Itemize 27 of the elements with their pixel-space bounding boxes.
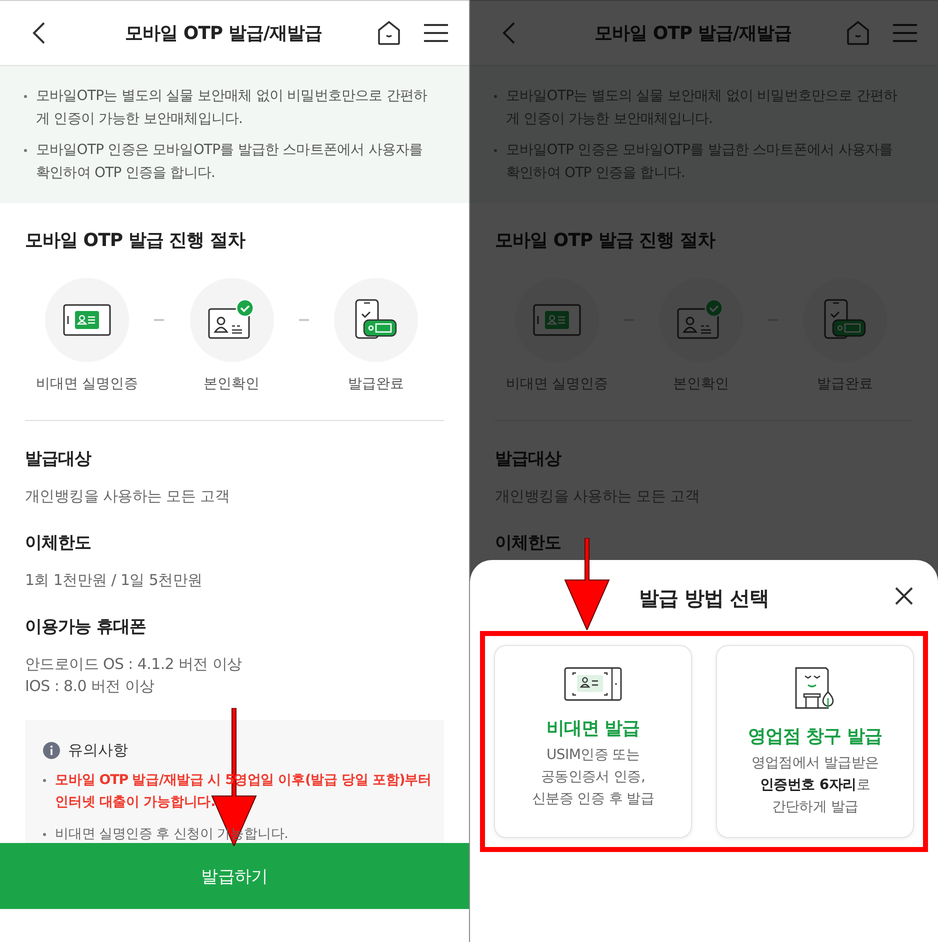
info-heading: 발급대상	[495, 448, 562, 471]
intro-text: 모바일OTP 인증은 모바일OTP를 발급한 스마트폰에서 사용자를 확인하여 OTP 인증을 합니다.	[36, 142, 423, 181]
info-value: 1회 1천만원 / 1일 5천만원	[25, 570, 204, 591]
section-heading: 모바일 OTP 발급 진행 절차	[25, 229, 246, 253]
info-value: 개인뱅킹을 사용하는 모든 고객	[25, 486, 231, 507]
info-heading: 발급대상	[25, 448, 92, 471]
step-label: 발급완료	[348, 375, 404, 394]
info-heading: 이용가능 휴대폰	[25, 616, 147, 639]
info-value: 안드로이드 OS : 4.1.2 버전 이상	[25, 654, 243, 675]
section-heading: 모바일 OTP 발급 진행 절차	[495, 229, 716, 253]
notice-title: 유의사항	[68, 740, 128, 761]
page-title: 모바일 OTP 발급/재발급	[594, 22, 792, 45]
page-title: 모바일 OTP 발급/재발급	[124, 22, 323, 45]
step-label: 비대면 실명인증	[36, 375, 138, 394]
info-heading: 이체한도	[495, 532, 562, 555]
option-card[interactable]: 영업점 창구 발급 영업점에서 발급받은 인증번호 6자리로 간단하게 발급	[716, 645, 914, 838]
info-value: IOS : 8.0 버전 이상	[25, 676, 156, 697]
option-card[interactable]: 비대면 발급 USIM인증 또는 공동인증서 인증, 신분증 인증 후 발급	[494, 645, 692, 838]
info-heading: 이체한도	[25, 532, 92, 555]
option-description: USIM인증 또는 공동인증서 인증, 신분증 인증 후 발급	[532, 746, 654, 809]
option-title: 영업점 창구 발급	[748, 725, 882, 749]
option-title: 비대면 발급	[546, 717, 640, 741]
issue-button[interactable]: 발급하기	[0, 843, 469, 909]
step-label: 본인확인	[204, 375, 260, 394]
sheet-title: 발급 방법 선택	[639, 584, 769, 612]
option-description: 영업점에서 발급받은 인증번호 6자리로 간단하게 발급	[751, 754, 879, 817]
intro-text: 모바일OTP는 별도의 실물 보안매체 없이 비밀번호만으로 간편하게 인증이 가능한 보안매체입니다.	[36, 88, 428, 127]
